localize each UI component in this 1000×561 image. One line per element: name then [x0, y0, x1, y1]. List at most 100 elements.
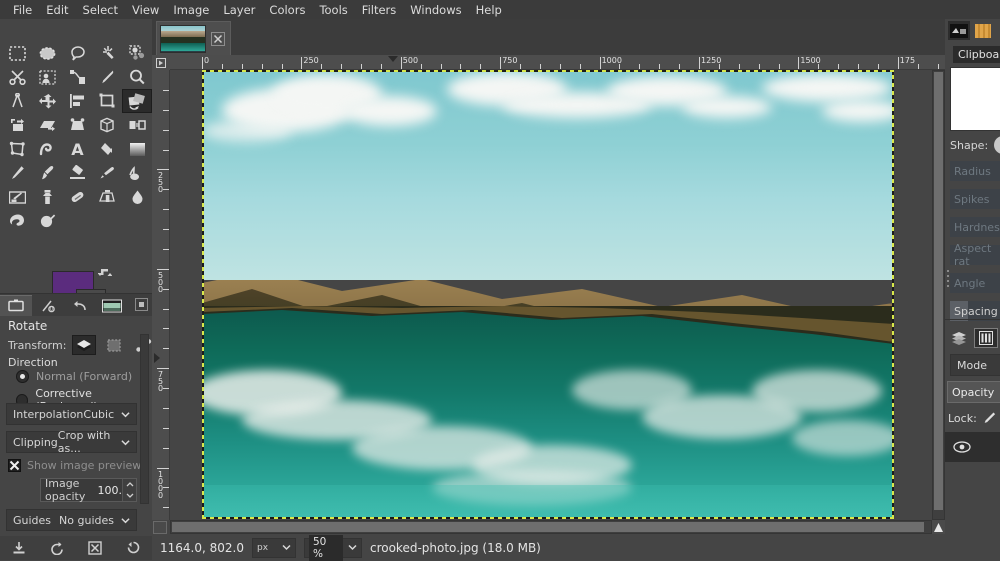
text-icon[interactable]: A [62, 137, 92, 161]
unit-combo[interactable]: px [251, 537, 296, 558]
save-tool-preset-icon[interactable] [8, 538, 30, 558]
ink-icon[interactable] [122, 161, 152, 185]
menu-filters[interactable]: Filters [355, 1, 403, 19]
dodge-burn-icon[interactable] [32, 209, 62, 233]
color-picker-icon[interactable] [92, 65, 122, 89]
image-tab[interactable] [156, 21, 231, 55]
crop-icon[interactable] [92, 89, 122, 113]
menu-image[interactable]: Image [166, 1, 216, 19]
device-status-tab[interactable]: 0 [32, 295, 64, 316]
smudge-icon[interactable] [2, 209, 32, 233]
menu-windows[interactable]: Windows [403, 1, 468, 19]
transform-selection-button[interactable] [102, 335, 127, 355]
radius-slider[interactable]: Radius [950, 161, 1000, 181]
vertical-scroll-thumb[interactable] [934, 72, 943, 510]
flip-icon[interactable] [122, 113, 152, 137]
gradient-icon[interactable] [122, 137, 152, 161]
airbrush-icon[interactable] [92, 161, 122, 185]
vertical-ruler[interactable]: 250 500 750 1000 [152, 70, 170, 520]
hardness-slider[interactable]: Hardness [950, 217, 1000, 237]
horizontal-scroll-thumb[interactable] [172, 522, 924, 532]
image-opacity-spinner[interactable]: Image opacity 100.0 [40, 477, 137, 503]
menu-colors[interactable]: Colors [262, 1, 312, 19]
aspect-ratio-slider[interactable]: Aspect rat [950, 242, 1000, 268]
paths-icon[interactable] [62, 65, 92, 89]
eye-icon[interactable] [953, 440, 971, 454]
horizontal-scrollbar[interactable] [170, 520, 932, 534]
guides-combo[interactable]: Guides No guides [6, 509, 137, 531]
restore-tool-preset-icon[interactable] [46, 538, 68, 558]
dock-menu-button[interactable] [135, 298, 148, 311]
zoom-icon[interactable] [122, 65, 152, 89]
navigation-preview-icon[interactable] [932, 520, 945, 534]
menu-view[interactable]: View [125, 1, 166, 19]
layers-tab[interactable] [947, 328, 971, 348]
spacing-slider[interactable]: Spacing [950, 301, 1000, 321]
brushes-tab[interactable] [948, 21, 970, 40]
menu-tools[interactable]: Tools [312, 1, 354, 19]
menu-file[interactable]: File [6, 1, 39, 19]
select-by-color-icon[interactable] [122, 41, 152, 65]
menu-help[interactable]: Help [469, 1, 509, 19]
warp-transform-icon[interactable] [32, 137, 62, 161]
brush-shape-circle-button[interactable] [994, 136, 1000, 154]
perspective-clone-icon[interactable] [92, 185, 122, 209]
menu-edit[interactable]: Edit [39, 1, 75, 19]
bucket-fill-icon[interactable] [92, 137, 122, 161]
mypaint-brush-icon[interactable] [2, 185, 32, 209]
close-icon[interactable] [211, 31, 225, 46]
angle-slider[interactable]: Angle [950, 273, 1000, 293]
perspective-icon[interactable] [62, 113, 92, 137]
zoom-combo[interactable]: 50 % [303, 534, 362, 561]
image-canvas[interactable] [202, 70, 894, 519]
brush-preview[interactable] [950, 67, 1000, 131]
clone-icon[interactable] [32, 185, 62, 209]
delete-tool-preset-icon[interactable] [84, 538, 106, 558]
foreground-select-icon[interactable] [32, 65, 62, 89]
free-select-icon[interactable] [62, 41, 92, 65]
tool-options-scrollbar[interactable] [140, 334, 149, 504]
measure-icon[interactable] [2, 89, 32, 113]
heal-icon[interactable] [62, 185, 92, 209]
canvas-viewport[interactable] [170, 70, 945, 520]
ruler-corner-menu[interactable] [152, 55, 170, 70]
scissors-select-icon[interactable] [2, 65, 32, 89]
layer-mode-row[interactable]: Mode [950, 354, 1000, 376]
paintbrush-icon[interactable] [32, 161, 62, 185]
swap-colors-icon[interactable] [97, 267, 113, 281]
spikes-slider[interactable]: Spikes [950, 189, 1000, 209]
patterns-tab[interactable] [972, 21, 994, 40]
pencil-icon[interactable] [2, 161, 32, 185]
quick-mask-toggle[interactable] [153, 521, 167, 534]
shear-icon[interactable] [32, 113, 62, 137]
eraser-icon[interactable] [62, 161, 92, 185]
interpolation-combo[interactable]: Interpolation Cubic [6, 403, 137, 425]
lock-pixels-icon[interactable] [982, 411, 996, 425]
cage-transform-icon[interactable] [2, 137, 32, 161]
menu-select[interactable]: Select [76, 1, 125, 19]
move-icon[interactable] [32, 89, 62, 113]
direction-normal-option[interactable]: Normal (Forward) [16, 370, 132, 383]
horizontal-ruler[interactable]: 0 250 500 750 1000 1250 1500 175 [170, 55, 945, 70]
undo-history-tab[interactable] [64, 295, 96, 316]
ellipse-select-icon[interactable] [32, 41, 62, 65]
show-image-preview-checkbox[interactable] [8, 459, 21, 472]
dock-resize-grip[interactable] [946, 267, 950, 293]
spinner-arrows[interactable] [122, 479, 136, 501]
rotate-icon[interactable] [122, 89, 152, 113]
layer-opacity-row[interactable]: Opacity [947, 381, 1000, 403]
channels-tab[interactable] [974, 328, 998, 348]
unified-transform-icon[interactable] [2, 113, 32, 137]
blur-sharpen-icon[interactable] [122, 185, 152, 209]
reset-tool-options-icon[interactable] [122, 538, 144, 558]
vertical-scrollbar[interactable] [932, 70, 945, 520]
layer-list-row[interactable] [945, 432, 1000, 462]
tool-options-tab[interactable] [0, 295, 32, 316]
align-icon[interactable] [62, 89, 92, 113]
images-tab[interactable] [96, 295, 128, 316]
transform-layer-button[interactable] [72, 335, 97, 355]
show-image-preview-row[interactable]: Show image preview [8, 459, 141, 472]
rectangle-select-icon[interactable] [2, 41, 32, 65]
3d-transform-icon[interactable] [92, 113, 122, 137]
fuzzy-select-icon[interactable] [92, 41, 122, 65]
